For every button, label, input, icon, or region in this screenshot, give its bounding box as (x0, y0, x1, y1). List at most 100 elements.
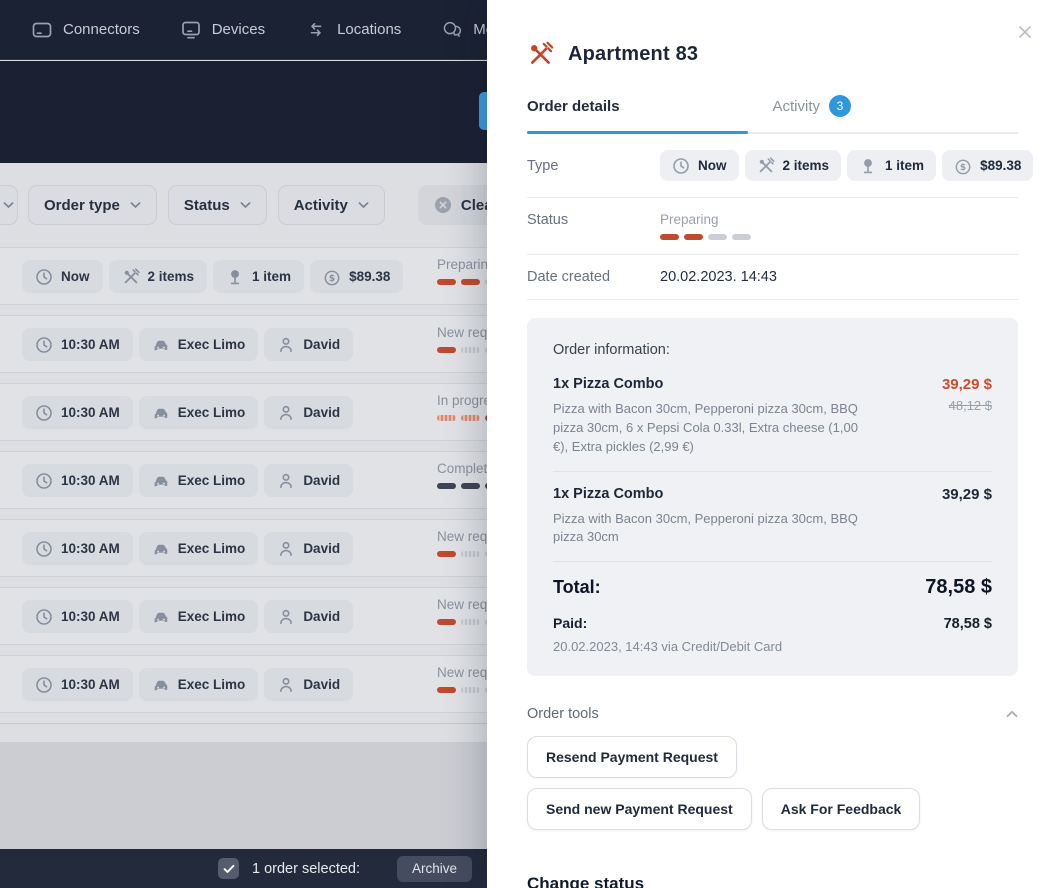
chevron-down-icon (3, 201, 14, 209)
nav-item-devices[interactable]: Devices (180, 19, 265, 41)
food-items-chip: 2 items (745, 150, 842, 181)
paid-label: Paid: (553, 615, 587, 631)
status-progress (660, 234, 751, 240)
chevron-down-icon (240, 201, 251, 209)
car-icon (152, 676, 170, 694)
order-item-title: 1x Pizza Combo (553, 486, 867, 502)
selection-count-label: 1 order selected: (252, 861, 360, 877)
person-icon (277, 404, 295, 422)
person-icon (277, 472, 295, 490)
order-row-chips: 10:30 AM Exec Limo David (22, 600, 353, 633)
order-type-filter[interactable]: Order type (28, 185, 157, 225)
filter-label: Order type (44, 197, 120, 214)
ask-for-feedback-button[interactable]: Ask For Feedback (762, 788, 921, 830)
send-new-payment-request-button[interactable]: Send new Payment Request (527, 788, 752, 830)
type-row: Type Now 2 items 1 item $89.38 (527, 134, 1018, 198)
dollar-icon (323, 268, 341, 286)
folder-icon (31, 19, 53, 41)
nav-item-locations[interactable]: Locations (305, 19, 401, 41)
monitor-icon (180, 19, 202, 41)
order-item-old-price: 48,12 $ (897, 398, 992, 413)
time-chip: 10:30 AM (22, 532, 133, 565)
drink-icon (859, 157, 877, 175)
cutlery-icon (757, 157, 775, 175)
status-value-block: Preparing (660, 212, 751, 240)
close-icon[interactable] (1015, 22, 1035, 42)
app-root: Connectors Devices Locations Messag (0, 0, 1048, 888)
nav-item-connectors[interactable]: Connectors (31, 19, 140, 41)
order-row-chips: 10:30 AM Exec Limo David (22, 668, 353, 701)
paid-row: Paid: 78,58 $ (553, 615, 992, 632)
payment-method-info: 20.02.2023, 14:43 via Credit/Debit Card (553, 639, 992, 654)
total-label: Total: (553, 577, 601, 598)
status-value: Preparing (660, 212, 751, 227)
clock-icon (35, 676, 53, 694)
order-row-chips: 10:30 AM Exec Limo David (22, 532, 353, 565)
cutlery-icon (122, 268, 140, 286)
date-created-value: 20.02.2023. 14:43 (660, 269, 777, 285)
drawer-title: Apartment 83 (568, 43, 698, 66)
order-details-drawer: Apartment 83 Order details Activity 3 Ty… (487, 0, 1048, 888)
person-icon (277, 676, 295, 694)
car-icon (152, 608, 170, 626)
clock-icon (35, 608, 53, 626)
customer-chip: David (264, 328, 353, 361)
status-label: Status (527, 212, 660, 228)
total-row: Total: 78,58 $ (553, 576, 992, 599)
customer-chip: David (264, 396, 353, 429)
vehicle-chip: Exec Limo (139, 328, 259, 361)
active-tab-indicator (527, 131, 748, 134)
resend-payment-request-button[interactable]: Resend Payment Request (527, 736, 737, 778)
vehicle-chip: Exec Limo (139, 600, 259, 633)
divider (553, 471, 992, 472)
chat-icon (441, 19, 463, 41)
dollar-icon (954, 157, 972, 175)
order-tools-header: Order tools (527, 706, 1018, 722)
tab-order-details[interactable]: Order details (527, 95, 773, 117)
drink-items-chip: 1 item (847, 150, 936, 181)
chevron-up-icon[interactable] (1006, 710, 1018, 718)
customer-chip: David (264, 600, 353, 633)
order-row-chips: Now 2 items 1 item $89.38 (22, 260, 403, 293)
order-row-chips: 10:30 AM Exec Limo David (22, 328, 353, 361)
chevron-down-icon (130, 201, 141, 209)
clock-icon (35, 336, 53, 354)
tab-activity[interactable]: Activity 3 (773, 95, 1019, 117)
chevron-down-icon (358, 201, 369, 209)
tab-label: Activity (773, 98, 821, 115)
person-icon (277, 540, 295, 558)
vehicle-chip: Exec Limo (139, 396, 259, 429)
clock-icon (672, 157, 690, 175)
order-information-card: Order information: 1x Pizza Combo Pizza … (527, 318, 1018, 676)
activity-badge: 3 (829, 95, 851, 117)
time-chip: 10:30 AM (22, 668, 133, 701)
filter-dropdown-partial[interactable] (0, 185, 18, 225)
date-created-row: Date created 20.02.2023. 14:43 (527, 255, 1018, 300)
selection-checkbox[interactable] (218, 858, 239, 879)
order-row-chips: 10:30 AM Exec Limo David (22, 464, 353, 497)
time-chip: 10:30 AM (22, 328, 133, 361)
time-chip: 10:30 AM (22, 600, 133, 633)
food-items-chip: 2 items (109, 260, 208, 293)
order-item-description: Pizza with Bacon 30cm, Pepperoni pizza 3… (553, 400, 867, 457)
order-item-description: Pizza with Bacon 30cm, Pepperoni pizza 3… (553, 510, 867, 548)
total-value: 78,58 $ (925, 576, 992, 599)
transfer-arrows-icon (305, 19, 327, 41)
order-item-price: 39,29 $ (897, 376, 992, 393)
check-icon (223, 864, 235, 874)
person-icon (277, 336, 295, 354)
order-item: 1x Pizza Combo Pizza with Bacon 30cm, Pe… (553, 376, 992, 457)
nav-item-label: Connectors (63, 21, 140, 38)
filter-label: Activity (294, 197, 348, 214)
paid-value: 78,58 $ (944, 616, 992, 632)
status-row: Status Preparing (527, 198, 1018, 255)
activity-filter[interactable]: Activity (278, 185, 385, 225)
drawer-header: Apartment 83 (527, 41, 1018, 68)
person-icon (277, 608, 295, 626)
archive-button[interactable]: Archive (397, 856, 472, 882)
vehicle-chip: Exec Limo (139, 668, 259, 701)
car-icon (152, 540, 170, 558)
type-chips: Now 2 items 1 item $89.38 (660, 150, 1033, 181)
status-filter[interactable]: Status (168, 185, 267, 225)
vehicle-chip: Exec Limo (139, 532, 259, 565)
